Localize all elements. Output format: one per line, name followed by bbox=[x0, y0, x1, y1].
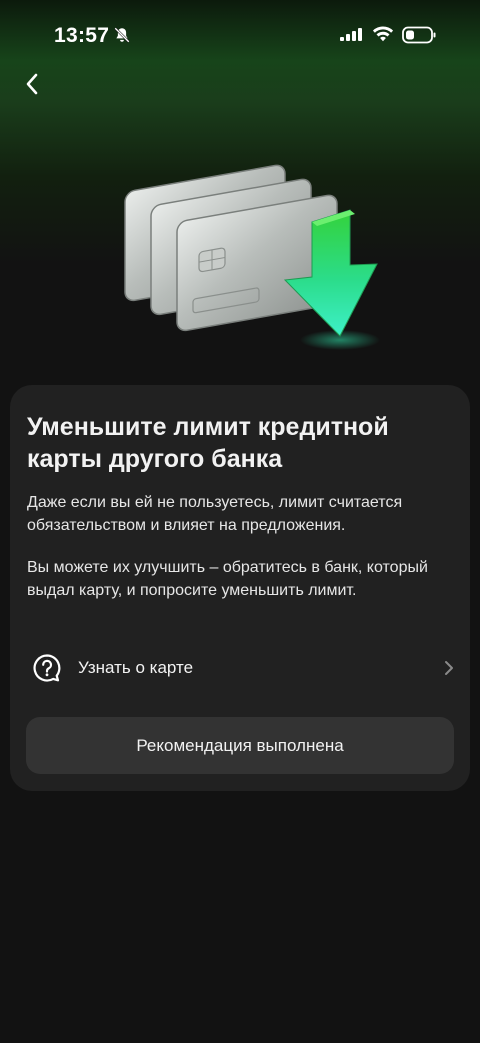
bell-off-icon bbox=[114, 27, 130, 43]
learn-about-card-row[interactable]: Узнать о карте bbox=[10, 643, 470, 695]
status-bar: 13:57 bbox=[0, 0, 480, 70]
card-title: Уменьшите лимит кредитной карты другого … bbox=[27, 413, 389, 473]
recommendation-card: Уменьшите лимит кредитной карты другого … bbox=[10, 385, 470, 791]
chevron-right-icon bbox=[445, 661, 453, 675]
card-paragraph-1: Даже если вы ей не пользуетесь, лимит сч… bbox=[27, 494, 403, 534]
signal-icon bbox=[340, 28, 362, 41]
battery-icon bbox=[402, 26, 436, 44]
status-time: 13:57 bbox=[54, 24, 110, 47]
question-bubble-icon bbox=[33, 654, 61, 682]
card-paragraph-2: Вы можете их улучшить – обратитесь в бан… bbox=[27, 559, 428, 599]
back-button[interactable] bbox=[14, 66, 50, 102]
credit-cards-illustration bbox=[124, 164, 380, 350]
learn-about-card-label: Узнать о карте bbox=[78, 658, 194, 677]
chevron-left-icon bbox=[26, 73, 38, 95]
recommendation-done-button[interactable]: Рекомендация выполнена bbox=[26, 717, 454, 774]
wifi-icon bbox=[372, 26, 394, 42]
